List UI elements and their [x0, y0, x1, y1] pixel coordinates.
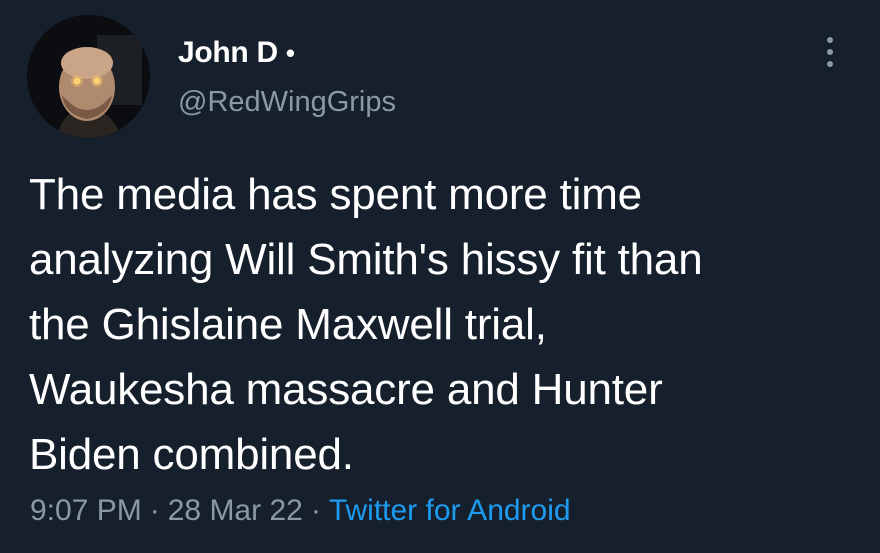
more-vertical-icon-dot	[827, 49, 833, 55]
tweet-text: The media has spent more time analyzing …	[29, 162, 849, 487]
tweet-meta: 9:07 PM · 28 Mar 22 · Twitter for Android	[30, 494, 571, 528]
tweet-date[interactable]: 28 Mar 22	[168, 494, 303, 527]
tweet-text-line: Waukesha massacre and Hunter	[29, 365, 663, 414]
more-vertical-icon	[827, 37, 833, 43]
tweet-text-line: Biden combined.	[29, 430, 354, 479]
more-options-button[interactable]	[812, 28, 848, 76]
tweet-text-line: The media has spent more time	[29, 170, 642, 219]
avatar[interactable]	[27, 15, 150, 138]
avatar-image	[27, 15, 150, 138]
more-vertical-icon-dot	[827, 61, 833, 67]
author-name-row[interactable]: John D •	[178, 36, 295, 70]
author-handle[interactable]: @RedWingGrips	[178, 86, 396, 119]
author-display-name: John D	[178, 36, 278, 69]
tweet-card: John D • @RedWingGrips The media has spe…	[0, 0, 880, 553]
tweet-source-link[interactable]: Twitter for Android	[329, 494, 571, 527]
tweet-time[interactable]: 9:07 PM	[30, 494, 142, 527]
name-dot: •	[285, 38, 295, 68]
tweet-text-line: the Ghislaine Maxwell trial,	[29, 300, 547, 349]
meta-separator: ·	[310, 494, 321, 527]
tweet-text-line: analyzing Will Smith's hissy fit than	[29, 235, 703, 284]
meta-separator: ·	[149, 494, 160, 527]
